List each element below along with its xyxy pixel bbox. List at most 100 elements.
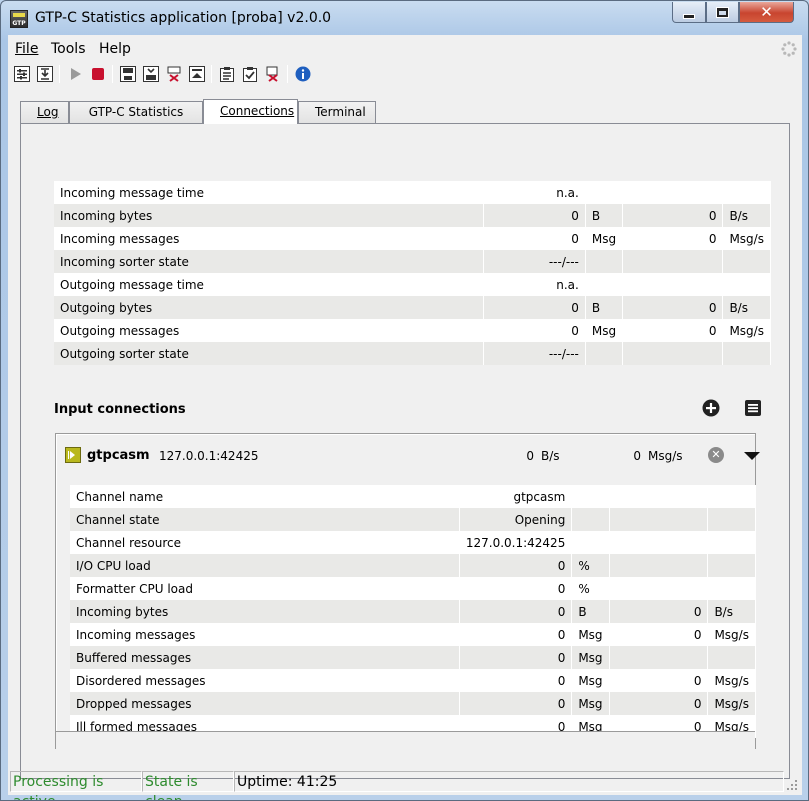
row-unit — [585, 342, 624, 365]
row-rate: 0 — [622, 204, 724, 227]
row-rate-unit: Msg/s — [722, 319, 771, 342]
menu-help[interactable]: Help — [99, 41, 131, 57]
row-value: 0 — [459, 669, 573, 692]
channel-table: Channel name gtpcasm Channel state Opening C… — [70, 485, 756, 738]
stats-row: Outgoing message time n.a. — [54, 273, 771, 296]
channel-row: Incoming messages 0 Msg 0 Msg/s — [70, 623, 756, 646]
row-value: 0 — [459, 577, 573, 600]
row-label: Incoming bytes — [54, 204, 485, 227]
import-icon[interactable] — [36, 65, 54, 83]
row-rate-unit — [707, 531, 756, 554]
eject-icon[interactable] — [188, 65, 206, 83]
row-unit: Msg — [585, 319, 624, 342]
clipboard-icon[interactable] — [218, 65, 236, 83]
row-unit — [585, 273, 624, 296]
tab-terminal[interactable]: Terminal — [298, 101, 376, 123]
row-unit: Msg — [571, 646, 610, 669]
app-window: GTP GTP-C Statistics application [proba]… — [0, 0, 809, 801]
play-icon[interactable] — [66, 65, 84, 83]
row-label: I/O CPU load — [70, 554, 460, 577]
row-value: gtpcasm — [459, 485, 573, 508]
remove-connection-icon[interactable]: ✕ — [708, 447, 724, 463]
row-rate: 0 — [609, 669, 709, 692]
row-value: 127.0.0.1:42425 — [459, 531, 573, 554]
resize-grip-icon[interactable] — [786, 779, 798, 791]
row-rate-unit: B/s — [707, 600, 756, 623]
tab-strip: Log GTP-C Statistics Connections Termina… — [20, 99, 790, 124]
menu-file[interactable]: File — [15, 41, 38, 57]
connection-play-icon[interactable] — [65, 447, 81, 463]
row-unit: Msg — [571, 669, 610, 692]
remove-icon[interactable] — [165, 65, 183, 83]
row-unit — [571, 508, 610, 531]
menu-tools[interactable]: Tools — [51, 41, 86, 57]
tab-gtpc-statistics[interactable]: GTP-C Statistics — [69, 101, 203, 123]
settings-sliders-icon[interactable] — [13, 65, 31, 83]
tab-log[interactable]: Log — [20, 101, 69, 123]
client-area: File Tools Help Log GTP-C Statistics Con… — [8, 35, 802, 800]
stop-icon[interactable] — [89, 65, 107, 83]
collapse-triangle-icon[interactable] — [744, 452, 760, 460]
channel-row: Buffered messages 0 Msg — [70, 646, 756, 669]
row-value: n.a. — [483, 181, 586, 204]
row-unit: Msg — [571, 692, 610, 715]
row-rate: 0 — [622, 227, 724, 250]
row-label: Formatter CPU load — [70, 577, 460, 600]
row-rate: 0 — [609, 623, 709, 646]
busy-spinner-icon — [781, 41, 797, 57]
row-rate-unit — [707, 508, 756, 531]
row-unit — [571, 485, 610, 508]
row-value: 0 — [459, 623, 573, 646]
title-bar[interactable]: GTP GTP-C Statistics application [proba]… — [1, 1, 808, 35]
row-rate — [622, 273, 724, 296]
row-label: Outgoing sorter state — [54, 342, 485, 365]
close-button[interactable]: ✕ — [739, 2, 794, 23]
row-rate-unit: B/s — [722, 204, 771, 227]
row-value: ---/--- — [483, 342, 586, 365]
connection-bytes-rate-unit: B/s — [541, 449, 560, 463]
connections-panel: Incoming message time n.a. Incoming bytes 0… — [20, 123, 790, 779]
row-unit: % — [571, 577, 610, 600]
stats-table: Incoming message time n.a. Incoming bytes 0… — [54, 181, 771, 365]
row-label: Disordered messages — [70, 669, 460, 692]
row-label: Dropped messages — [70, 692, 460, 715]
row-value: 0 — [483, 227, 586, 250]
app-icon: GTP — [10, 10, 28, 28]
connection-bytes-rate: 0 — [526, 449, 534, 463]
row-label: Incoming messages — [54, 227, 485, 250]
row-value: 0 — [483, 319, 586, 342]
row-value: 0 — [483, 204, 586, 227]
add-connection-icon[interactable] — [702, 399, 720, 417]
stats-row: Outgoing messages 0 Msg 0 Msg/s — [54, 319, 771, 342]
row-rate — [622, 181, 724, 204]
row-rate-unit: Msg/s — [707, 692, 756, 715]
list-menu-icon[interactable] — [744, 399, 762, 417]
maximize-button[interactable] — [706, 2, 739, 23]
row-value: 0 — [459, 600, 573, 623]
channel-row: Channel state Opening — [70, 508, 756, 531]
row-rate — [609, 508, 709, 531]
save-as-icon[interactable] — [142, 65, 160, 83]
row-rate-unit: B/s — [722, 296, 771, 319]
row-label: Outgoing messages — [54, 319, 485, 342]
channel-row: Formatter CPU load 0% — [70, 577, 756, 600]
save-icon[interactable] — [119, 65, 137, 83]
info-icon[interactable] — [294, 65, 312, 83]
row-label: Incoming bytes — [70, 600, 460, 623]
minimize-button[interactable] — [672, 2, 706, 23]
status-processing: Processing is active — [10, 771, 142, 800]
stats-row: Incoming bytes 0 B 0 B/s — [54, 204, 771, 227]
connection-address: 127.0.0.1:42425 — [159, 449, 259, 463]
connection-name: gtpcasm — [87, 448, 150, 463]
status-bar: Processing is active State is clean Upti… — [8, 771, 802, 800]
maximize-icon — [717, 7, 728, 17]
row-unit: B — [585, 204, 624, 227]
clear-icon[interactable] — [264, 65, 282, 83]
stats-row: Outgoing bytes 0 B 0 B/s — [54, 296, 771, 319]
row-label: Outgoing bytes — [54, 296, 485, 319]
clipboard-check-icon[interactable] — [241, 65, 259, 83]
row-rate: 0 — [622, 296, 724, 319]
minimize-icon — [684, 14, 694, 18]
row-label: Incoming sorter state — [54, 250, 485, 273]
tab-connections[interactable]: Connections — [203, 99, 298, 124]
